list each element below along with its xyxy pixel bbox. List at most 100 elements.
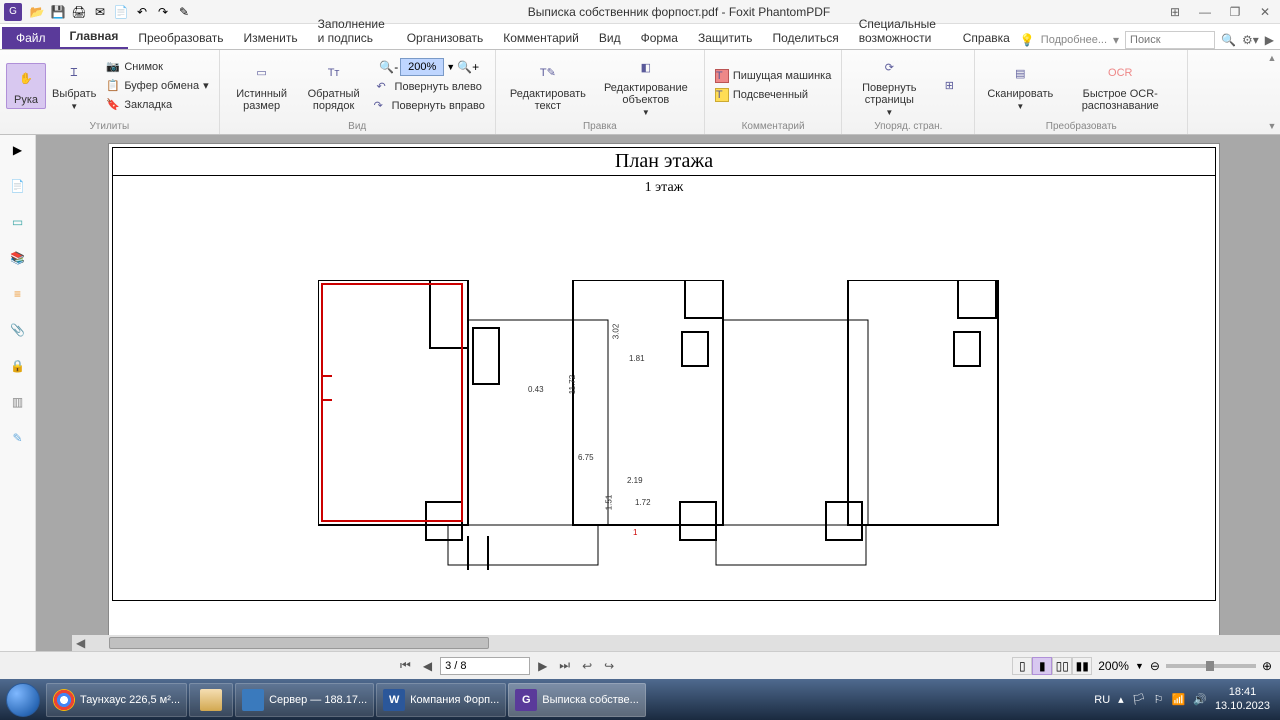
start-button[interactable] (2, 682, 44, 718)
edit-object-icon: ◧ (633, 54, 659, 80)
open-icon[interactable]: 📂 (27, 2, 47, 22)
task-rdp[interactable]: Сервер — 188.17... (235, 683, 374, 717)
zoom-in-icon[interactable]: 🔍+ (457, 60, 479, 74)
search-dropdown-icon[interactable]: ▾ (1113, 33, 1119, 47)
view-facing-icon[interactable]: ▯▯ (1052, 657, 1072, 675)
redo-icon[interactable]: ↷ (153, 2, 173, 22)
zoom-input[interactable] (400, 58, 444, 76)
page-input[interactable] (440, 657, 530, 675)
cursor-dropdown-icon[interactable]: ✎ (174, 2, 194, 22)
tray-flag-icon[interactable]: 🏳 (1132, 693, 1146, 706)
file-tab[interactable]: Файл (2, 27, 60, 49)
pages-panel-icon[interactable]: 📄 (7, 175, 29, 197)
actual-size-button[interactable]: ▭ Истинный размер (226, 58, 298, 114)
task-pdf[interactable]: GВыписка собстве... (508, 683, 646, 717)
settings-gear-icon[interactable]: ⚙▾ (1242, 33, 1259, 47)
tab-comment[interactable]: Комментарий (493, 27, 589, 49)
tray-up-icon[interactable]: ▴ (1118, 693, 1124, 706)
tab-form[interactable]: Форма (631, 27, 688, 49)
view-continuous-icon[interactable]: ▮ (1032, 657, 1052, 675)
prev-page-icon[interactable]: ◀ (419, 657, 436, 675)
signatures-panel-icon[interactable]: ✎ (7, 427, 29, 449)
document-viewport[interactable]: План этажа 1 этаж (36, 135, 1280, 651)
tab-edit[interactable]: Изменить (234, 27, 308, 49)
select-tool-label: Выбрать (52, 88, 96, 100)
print-icon[interactable]: 🖨 (69, 2, 89, 22)
select-tool-button[interactable]: Ꮖ Выбрать ▼ (46, 58, 102, 113)
reverse-order-button[interactable]: Tт Обратный порядок (298, 58, 370, 114)
tray-network-icon[interactable]: 📶 (1172, 693, 1186, 706)
zoom-dropdown-icon[interactable]: ▼ (1135, 661, 1144, 671)
undo-icon[interactable]: ↶ (132, 2, 152, 22)
tab-help[interactable]: Справка (953, 27, 1020, 49)
edit-text-button[interactable]: T✎ Редактировать текст (502, 58, 594, 114)
first-page-icon[interactable]: ⏮ (396, 656, 415, 675)
task-explorer[interactable] (189, 683, 233, 717)
tray-action-icon[interactable]: ⚐ (1154, 693, 1164, 706)
security-panel-icon[interactable]: 🔒 (7, 355, 29, 377)
tab-accessibility[interactable]: Специальные возможности (849, 13, 953, 49)
search-icon[interactable]: 🔍 (1221, 33, 1236, 47)
comments-panel-icon[interactable]: ≡ (7, 283, 29, 305)
highlight-button[interactable]: TПодсвеченный (711, 87, 835, 103)
newdoc-icon[interactable]: 📄 (111, 2, 131, 22)
restore-icon[interactable]: ❐ (1224, 3, 1246, 21)
arrange-icon[interactable]: ⊞ (1164, 3, 1186, 21)
scrollbar-thumb[interactable] (109, 637, 489, 649)
rotate-right-button[interactable]: ↷Повернуть вправо (370, 98, 489, 114)
attachments-panel-icon[interactable]: 📎 (7, 319, 29, 341)
tab-fillsign[interactable]: Заполнение и подпись (308, 13, 397, 49)
snapshot-button[interactable]: 📷Снимок (102, 59, 212, 75)
tab-home[interactable]: Главная (60, 25, 129, 49)
tray-volume-icon[interactable]: 🔊 (1193, 693, 1207, 706)
collapse-ribbon-icon[interactable]: ▶ (1265, 33, 1274, 47)
scan-button[interactable]: ▤ Сканировать ▼ (981, 58, 1059, 113)
arrange-pages-button[interactable]: ⊞ (930, 71, 968, 101)
lightbulb-icon[interactable]: 💡 (1020, 33, 1035, 47)
edit-object-button[interactable]: ◧ Редактирование объектов ▼ (594, 52, 698, 119)
bookmarks-panel-icon[interactable]: ▭ (7, 211, 29, 233)
bookmark-button[interactable]: 🔖Закладка (102, 97, 212, 113)
view-single-icon[interactable]: ▯ (1012, 657, 1032, 675)
hand-tool-button[interactable]: ✋ Рука (6, 63, 46, 109)
rotate-left-button[interactable]: ↶Повернуть влево (373, 79, 486, 95)
nav-fwd-icon[interactable]: ↪ (600, 657, 618, 675)
scroll-down-icon[interactable]: ▼ (1264, 121, 1280, 131)
minimize-icon[interactable]: — (1194, 3, 1216, 21)
zoom-out-icon[interactable]: 🔍- (379, 60, 398, 74)
zoom-out-button[interactable]: ⊖ (1150, 659, 1160, 673)
last-page-icon[interactable]: ⏭ (555, 656, 574, 675)
fields-panel-icon[interactable]: ▥ (7, 391, 29, 413)
next-page-icon[interactable]: ▶ (534, 657, 551, 675)
typewriter-button[interactable]: TПишущая машинка (711, 68, 835, 84)
ocr-button[interactable]: OCR Быстрое OCR-распознавание (1059, 58, 1181, 114)
view-continuous-facing-icon[interactable]: ▮▮ (1072, 657, 1092, 675)
lang-indicator[interactable]: RU (1094, 694, 1110, 706)
layers-panel-icon[interactable]: 📚 (7, 247, 29, 269)
mail-icon[interactable]: ✉ (90, 2, 110, 22)
nav-back-icon[interactable]: ↩ (578, 657, 596, 675)
tab-protect[interactable]: Защитить (688, 27, 762, 49)
search-input[interactable] (1125, 31, 1215, 49)
tab-convert[interactable]: Преобразовать (128, 27, 233, 49)
zoom-slider[interactable] (1166, 664, 1256, 668)
tray-clock[interactable]: 18:41 13.10.2023 (1215, 686, 1270, 712)
zoom-in-button[interactable]: ⊕ (1262, 659, 1272, 673)
tutorial-link[interactable]: Подробнее... (1041, 34, 1107, 46)
task-word[interactable]: WКомпания Форп... (376, 683, 506, 717)
tab-organize[interactable]: Организовать (397, 27, 494, 49)
expand-panel-icon[interactable]: ▶ (7, 139, 29, 161)
clipboard-button[interactable]: 📋Буфер обмена ▾ (102, 78, 212, 94)
page-title: План этажа (113, 148, 1215, 176)
zoom-label: 200% (1098, 659, 1129, 673)
tab-view[interactable]: Вид (589, 27, 631, 49)
save-icon[interactable]: 💾 (48, 2, 68, 22)
task-chrome[interactable]: Таунхаус 226,5 м²... (46, 683, 187, 717)
horizontal-scrollbar[interactable]: ◀ (72, 635, 1280, 651)
close-icon[interactable]: ✕ (1254, 3, 1276, 21)
scroll-up-icon[interactable]: ▲ (1264, 53, 1280, 63)
zoom-dropdown-icon[interactable]: ▼ (446, 62, 455, 72)
tab-share[interactable]: Поделиться (762, 27, 848, 49)
group-label-comment: Комментарий (711, 119, 835, 132)
rotate-pages-button[interactable]: ⟳ Повернуть страницы ▼ (848, 52, 930, 119)
